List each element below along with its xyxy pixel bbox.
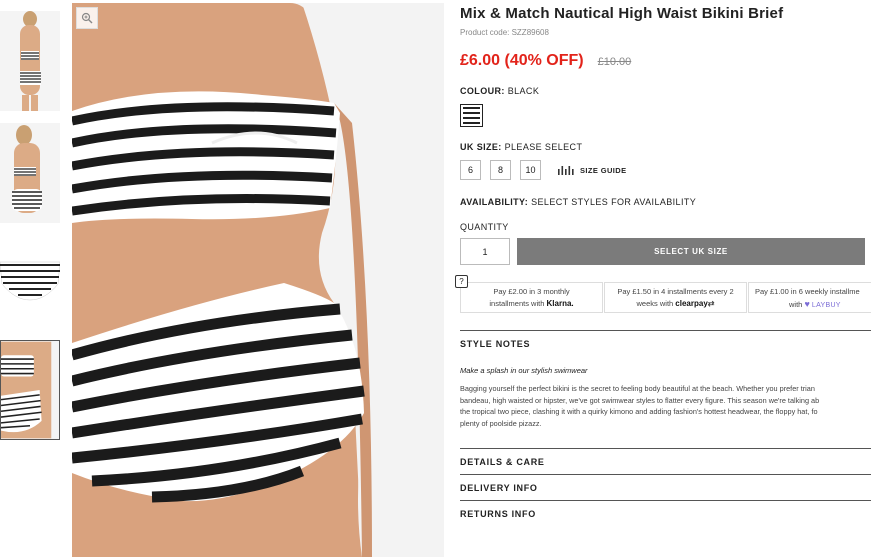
swatch-stripes bbox=[463, 107, 480, 124]
laybuy-heart-icon: ♥ bbox=[804, 299, 810, 309]
style-notes-line: bandeau, high waisted or hipster, we've … bbox=[460, 395, 820, 405]
klarna-logo: Klarna. bbox=[546, 299, 574, 308]
clearpay-text-1: Pay £1.50 in 4 installments every 2 bbox=[617, 287, 734, 296]
klarna-text-1: Pay £2.00 in 3 monthly bbox=[493, 287, 570, 296]
details-care-toggle[interactable]: DETAILS & CARE bbox=[460, 457, 545, 467]
returns-info-toggle[interactable]: RETURNS INFO bbox=[460, 509, 536, 519]
style-notes-line: the tropical two piece, clashing it with… bbox=[460, 407, 818, 416]
colour-swatch-black[interactable] bbox=[460, 104, 483, 127]
colour-label: COLOUR: bbox=[460, 86, 505, 96]
help-icon[interactable]: ? bbox=[455, 275, 468, 288]
divider-details bbox=[460, 448, 871, 449]
thumbnail-flat[interactable] bbox=[0, 232, 60, 332]
divider-returns bbox=[460, 500, 871, 501]
style-notes-line: Bagging yourself the perfect bikini is t… bbox=[460, 384, 815, 393]
style-notes-subheading: Make a splash in our stylish swimwear bbox=[460, 366, 588, 375]
colour-value: BLACK bbox=[507, 86, 540, 96]
availability-row: AVAILABILITY: SELECT STYLES FOR AVAILABI… bbox=[460, 197, 696, 207]
clearpay-text-2: weeks with bbox=[636, 299, 674, 308]
laybuy-text-2: with bbox=[789, 300, 803, 309]
size-guide-link[interactable]: SIZE GUIDE bbox=[558, 165, 627, 175]
thumbnail-front[interactable] bbox=[0, 11, 60, 111]
price-row: £6.00 (40% OFF) £10.00 bbox=[460, 52, 631, 70]
zoom-button[interactable] bbox=[76, 7, 98, 29]
size-options: 6 8 10 SIZE GUIDE bbox=[460, 160, 627, 180]
sale-price: £6.00 (40% OFF) bbox=[460, 52, 584, 69]
zoom-icon bbox=[81, 12, 93, 24]
thumbnail-side-image bbox=[0, 123, 60, 223]
size-option-10[interactable]: 10 bbox=[520, 160, 541, 180]
style-notes-heading: STYLE NOTES bbox=[460, 339, 531, 349]
payment-options: Pay £2.00 in 3 monthly installments with… bbox=[460, 282, 871, 313]
divider-delivery bbox=[460, 474, 871, 475]
thumbnail-closeup[interactable] bbox=[0, 340, 60, 440]
clearpay-arrows-icon: ⇄ bbox=[707, 299, 715, 308]
laybuy-option[interactable]: Pay £1.00 in 6 weekly installme with ♥ L… bbox=[748, 282, 871, 313]
clearpay-logo: clearpay bbox=[675, 299, 708, 308]
select-size-button[interactable]: SELECT UK SIZE bbox=[517, 238, 865, 265]
thumbnail-flat-image bbox=[0, 232, 60, 332]
colour-label-row: COLOUR: BLACK bbox=[460, 86, 539, 96]
style-notes-line: plenty of poolside pizazz. bbox=[460, 418, 542, 428]
quantity-label: QUANTITY bbox=[460, 222, 509, 232]
original-price: £10.00 bbox=[597, 56, 632, 68]
quantity-input[interactable]: 1 bbox=[460, 238, 510, 265]
size-option-8[interactable]: 8 bbox=[490, 160, 511, 180]
size-guide-label: SIZE GUIDE bbox=[580, 165, 627, 175]
laybuy-logo: LAYBUY bbox=[811, 302, 841, 309]
availability-value: SELECT STYLES FOR AVAILABILITY bbox=[531, 197, 697, 207]
thumbnail-closeup-image bbox=[1, 341, 59, 439]
size-option-6[interactable]: 6 bbox=[460, 160, 481, 180]
thumbnail-front-image bbox=[0, 11, 60, 111]
klarna-text-2: installments with bbox=[489, 299, 545, 308]
size-label: UK SIZE: bbox=[460, 142, 502, 152]
model-illustration bbox=[72, 3, 444, 557]
clearpay-option[interactable]: Pay £1.50 in 4 installments every 2 week… bbox=[604, 282, 747, 313]
size-label-row: UK SIZE: PLEASE SELECT bbox=[460, 142, 582, 152]
availability-label: AVAILABILITY: bbox=[460, 197, 529, 207]
delivery-info-toggle[interactable]: DELIVERY INFO bbox=[460, 483, 538, 493]
thumbnail-side[interactable] bbox=[0, 123, 60, 223]
product-title: Mix & Match Nautical High Waist Bikini B… bbox=[460, 5, 784, 22]
product-code: Product code: SZZ89608 bbox=[460, 28, 549, 37]
laybuy-text-1: Pay £1.00 in 6 weekly installme bbox=[755, 287, 860, 296]
divider-style-notes bbox=[460, 330, 871, 331]
style-notes-body: Bagging yourself the perfect bikini is t… bbox=[460, 383, 871, 429]
klarna-option[interactable]: Pay £2.00 in 3 monthly installments with… bbox=[460, 282, 603, 313]
size-value: PLEASE SELECT bbox=[504, 142, 583, 152]
ruler-icon bbox=[558, 166, 574, 175]
main-product-image[interactable] bbox=[72, 3, 444, 557]
